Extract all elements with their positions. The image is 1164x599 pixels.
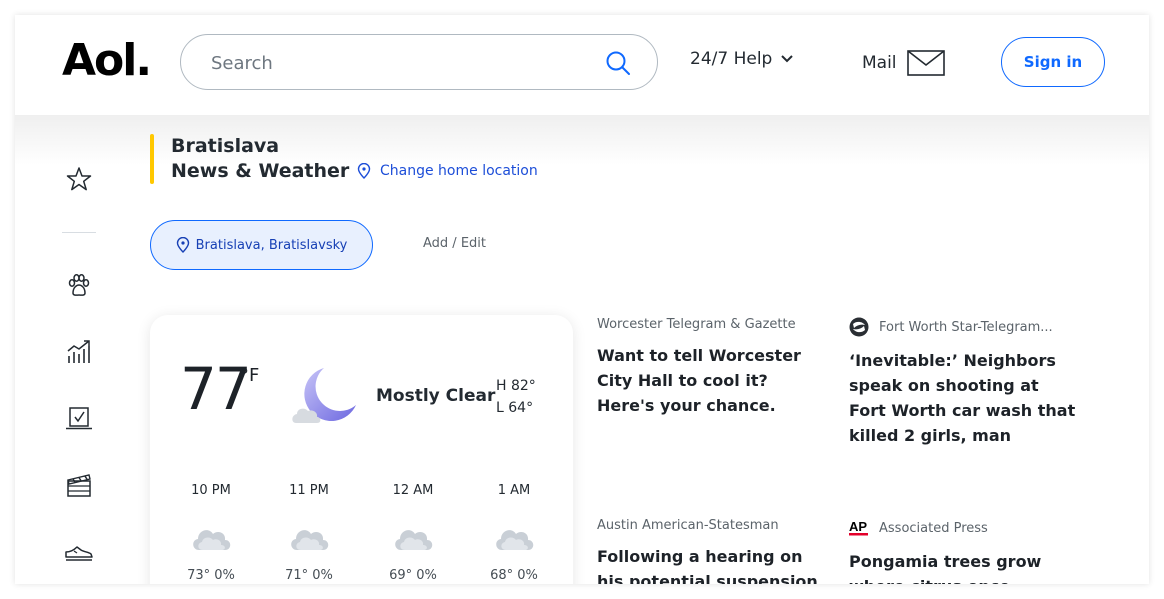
paw-icon[interactable] — [65, 272, 93, 300]
help-menu[interactable]: 24/7 Help — [690, 49, 794, 69]
weather-condition: Mostly Clear — [376, 386, 496, 406]
news-headline[interactable]: Following a hearing on his potential sus… — [597, 544, 829, 584]
location-chip-label: Bratislava, Bratislavsky — [195, 237, 348, 253]
news-source: Austin American-Statesman — [597, 518, 829, 533]
change-home-location-link[interactable]: Change home location — [357, 163, 538, 179]
temperature-unit: °F — [240, 365, 260, 386]
news-source-label: Austin American-Statesman — [597, 518, 779, 533]
weather-card[interactable]: 77 °F Mostly Clear H 82° L 64° 10 PM 73° — [150, 315, 573, 584]
news-item[interactable]: Worcester Telegram & Gazette Want to tel… — [597, 317, 829, 418]
checkbox-icon[interactable] — [65, 404, 93, 432]
cloud-icon — [496, 530, 534, 550]
star-telegram-icon — [849, 317, 869, 337]
news-item[interactable]: AP Associated Press Pongamia trees grow … — [849, 518, 1081, 584]
envelope-icon — [906, 50, 945, 76]
search-box[interactable] — [180, 34, 658, 90]
mail-label: Mail — [862, 53, 897, 73]
chevron-down-icon — [781, 55, 794, 63]
location-pin-icon — [357, 163, 371, 179]
hour-stats: 71° 0% — [285, 568, 333, 583]
news-item[interactable]: Fort Worth Star-Telegram... ‘Inevitable:… — [849, 317, 1081, 448]
news-source-label: Associated Press — [879, 520, 988, 536]
hourly-forecast-item: 1 AM 68° 0% — [479, 483, 549, 583]
hour-time: 1 AM — [497, 483, 531, 498]
hour-stats: 69° 0% — [389, 568, 437, 583]
hour-stats: 73° 0% — [187, 568, 235, 583]
hourly-forecast-item: 12 AM 69° 0% — [378, 483, 448, 583]
star-icon[interactable] — [65, 165, 93, 193]
news-source-label: Worcester Telegram & Gazette — [597, 317, 796, 332]
hour-time: 12 AM — [392, 483, 434, 498]
news-source: Worcester Telegram & Gazette — [597, 317, 829, 332]
hour-stats: 68° 0% — [490, 568, 538, 583]
site-header: Aol. 24/7 Help Mail Sign in — [15, 15, 1149, 115]
news-item[interactable]: Austin American-Statesman Following a he… — [597, 518, 829, 584]
cloud-icon — [291, 530, 329, 550]
aol-logo[interactable]: Aol. — [62, 35, 152, 86]
chart-icon[interactable] — [65, 338, 93, 366]
help-label: 24/7 Help — [690, 49, 773, 69]
search-input[interactable] — [211, 49, 591, 77]
location-pin-icon — [176, 237, 189, 253]
mail-link[interactable]: Mail — [862, 49, 945, 77]
cloud-icon — [395, 530, 433, 550]
location-chip[interactable]: Bratislava, Bratislavsky — [150, 220, 373, 270]
news-source-label: Fort Worth Star-Telegram... — [879, 319, 1053, 335]
cloud-icon — [193, 530, 231, 550]
page-title-city: Bratislava — [171, 135, 280, 157]
svg-text:AP: AP — [849, 519, 867, 534]
hourly-forecast-item: 11 PM 71° 0% — [274, 483, 344, 583]
high-temp: H 82° — [496, 378, 536, 394]
page-title: Bratislava News & Weather — [171, 134, 349, 184]
sign-in-button[interactable]: Sign in — [1001, 37, 1105, 87]
news-headline[interactable]: ‘Inevitable:’ Neighbors speak on shootin… — [849, 348, 1081, 448]
change-home-location-label: Change home location — [380, 163, 538, 179]
news-source: Fort Worth Star-Telegram... — [849, 317, 1081, 337]
high-low: H 82° L 64° — [496, 375, 536, 419]
low-temp: L 64° — [496, 400, 534, 416]
news-source: AP Associated Press — [849, 518, 1081, 538]
hour-time: 11 PM — [289, 483, 329, 498]
page-title-subtitle: News & Weather — [171, 160, 350, 182]
rail-divider — [62, 232, 96, 233]
search-icon[interactable] — [605, 50, 631, 76]
ap-icon: AP — [849, 519, 868, 536]
add-edit-link[interactable]: Add / Edit — [423, 236, 486, 251]
sneaker-icon[interactable] — [65, 537, 93, 565]
news-headline[interactable]: Want to tell Worcester City Hall to cool… — [597, 343, 829, 418]
news-headline[interactable]: Pongamia trees grow where citrus once — [849, 549, 1081, 584]
location-accent-bar — [150, 134, 154, 184]
hourly-forecast-item: 10 PM 73° 0% — [176, 483, 246, 583]
browser-viewport: Aol. 24/7 Help Mail Sign in — [15, 15, 1149, 584]
moon-cloud-icon — [292, 368, 356, 423]
hour-time: 10 PM — [191, 483, 231, 498]
clapperboard-icon[interactable] — [65, 471, 93, 499]
left-rail — [15, 115, 145, 584]
